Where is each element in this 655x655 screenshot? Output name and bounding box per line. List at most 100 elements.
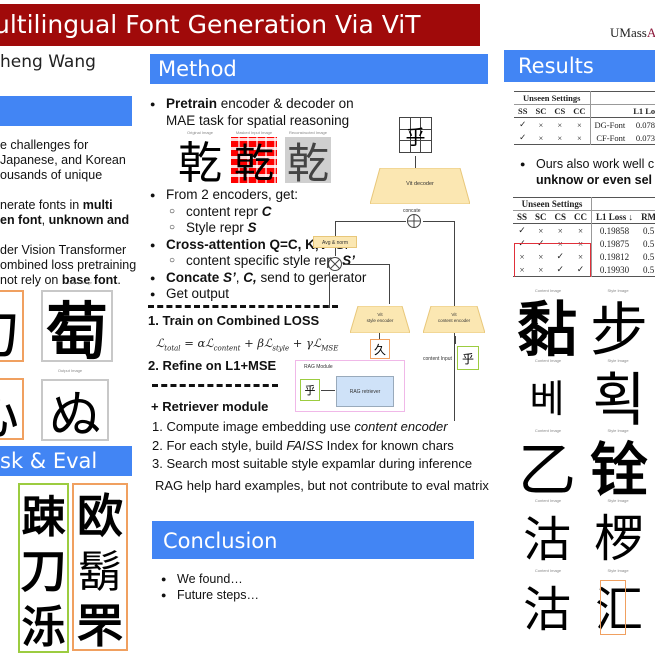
table-row: ✓ × × × DG-Font 0.0784 (514, 117, 655, 131)
text-part: 1. Compute image embedding use (152, 419, 355, 434)
column-header: L1 Loss ↓ (591, 210, 638, 224)
decoder-label: Vit decoder (406, 181, 434, 187)
column-header (589, 104, 630, 118)
intro-section-header (0, 96, 132, 126)
table-cell: × (576, 132, 582, 143)
content-input-char: 乎 (457, 346, 479, 370)
text-part: Style repr (186, 220, 248, 235)
output-grid: 乎 (399, 117, 432, 153)
table-cell: × (538, 119, 544, 130)
text-part: content encoder (354, 419, 448, 434)
intro-text: e challenges for Japanese, and Korean ousa… (0, 138, 140, 288)
column-header: L1 Loss (633, 106, 655, 116)
table-cell: ✓ (518, 225, 526, 235)
train-step-2: 2. Refine on L1+MSE (148, 358, 277, 373)
table-cell: × (557, 132, 563, 143)
rag-module-label: RAG Module (304, 364, 333, 370)
table-cell: 0.19858 (591, 223, 638, 237)
poster-title: ultilingual Font Generation Via ViT (0, 4, 480, 46)
eval-char: 罘 (77, 598, 123, 653)
connector (335, 221, 336, 236)
text-part: 3. Search most suitable style expamlar d… (152, 456, 473, 471)
highlight-box (514, 243, 591, 277)
sample-char: 步 (589, 296, 648, 364)
group-header: Unseen Settings (523, 93, 581, 103)
highlight-box (600, 580, 626, 635)
sample-char: 椤 (594, 510, 644, 568)
column-header: SC (535, 212, 547, 222)
university-logo: UMassAn (610, 25, 655, 41)
rag-note: RAG help hard examples, but not contribu… (155, 478, 489, 493)
sample-input-char: 心 (0, 378, 24, 440)
style-encoder-label: Vit style encoder (366, 312, 394, 323)
connector (455, 336, 456, 344)
results-section-header: Results (504, 50, 655, 82)
column-header: SS (518, 106, 528, 116)
eval-column-green: 踈 刀 泺 (18, 483, 69, 653)
table-cell: × (557, 225, 563, 236)
table-cell: ✓ (519, 132, 527, 142)
content-input-label: content Input (423, 356, 452, 362)
text-part: Japanese, and Korean (0, 153, 126, 167)
mae-original-char: 乾 (178, 138, 222, 189)
table-cell: 0.19930 (591, 263, 638, 277)
sample-char: 黏 (517, 295, 577, 366)
conclusion-bullets: We found… Future steps… (157, 571, 259, 603)
sample-char: 베 (529, 376, 565, 421)
column-header: CC (573, 106, 586, 116)
method-section-header: Method (150, 54, 488, 84)
table-cell: × (538, 225, 544, 236)
text-part: content repr (186, 203, 262, 219)
column-header: CC (574, 212, 588, 222)
table-row: ✓ × × × CF-Font 0.0739 (514, 131, 655, 145)
conclusion-section-header: Conclusion (152, 521, 474, 559)
table-cell: 0.5 (642, 225, 655, 236)
column-header: SC (535, 106, 547, 116)
sample-output-char: ぬ (41, 379, 109, 446)
text-part: unknown and (48, 213, 130, 227)
output-char: 乎 (405, 124, 426, 149)
text-part: FAISS (286, 437, 324, 453)
sample-char: 乙 (517, 436, 576, 504)
results-table-1: Unseen Settings SS SC CS CC L1 Loss ✓ × × × DG-F… (514, 91, 655, 145)
sample-char: 沽 (522, 512, 571, 568)
text-part: S (247, 220, 257, 235)
author-name: heng Wang (0, 52, 96, 72)
rag-module-box: RAG Module 乎 RAG retriever (295, 360, 405, 412)
text-part: Get output (166, 286, 230, 301)
intro-line (0, 183, 140, 198)
text-part: ombined loss pretraining (0, 258, 137, 272)
text-part: C, (243, 269, 257, 285)
intro-line: Japanese, and Korean (0, 153, 140, 168)
text-part: ousands of unique (0, 168, 103, 182)
column-header: RM (641, 212, 655, 222)
eval-char: 欧 (77, 488, 123, 543)
sample-char: 铨 (589, 436, 648, 504)
results-table-2: Unseen Settings SS SC CS CC L1 Loss ↓ RM ✓ × × ×… (513, 197, 655, 277)
rag-retriever-box: RAG retriever (336, 376, 394, 407)
mae-masked-char: 乾 (231, 137, 277, 187)
intro-samples: Output Image 力 萄 Output Image 心 ぬ (0, 280, 145, 446)
sample-input-char: 力 (0, 290, 24, 362)
eval-char: 泺 (21, 601, 66, 653)
conclusion-bullet: We found… (157, 571, 259, 587)
table-row: ✓ × × × 0.19858 0.5 (513, 223, 655, 237)
intro-line (0, 228, 140, 243)
retriever-title: + Retriever module (151, 399, 269, 414)
table-cell: 0.5 (642, 238, 655, 249)
table-cell: CF-Font (589, 131, 630, 145)
table-cell: 0.0739 (635, 132, 655, 143)
eval-char: 踈 (21, 491, 66, 543)
rag-input-char: 乎 (300, 379, 320, 401)
connector (335, 221, 406, 222)
connector (329, 272, 330, 308)
intro-line: e challenges for (0, 138, 140, 153)
results-samples: Content Image 黏 Style Image 步 Content Image 베… (513, 288, 655, 650)
column-header: SS (517, 212, 528, 222)
connector (389, 264, 390, 304)
intro-line: nerate fonts in multi (0, 198, 140, 213)
arrow (415, 156, 416, 168)
table-cell: × (557, 119, 563, 130)
text-part: nerate fonts in (0, 198, 83, 212)
text-part: From 2 encoders, get: (166, 187, 299, 202)
